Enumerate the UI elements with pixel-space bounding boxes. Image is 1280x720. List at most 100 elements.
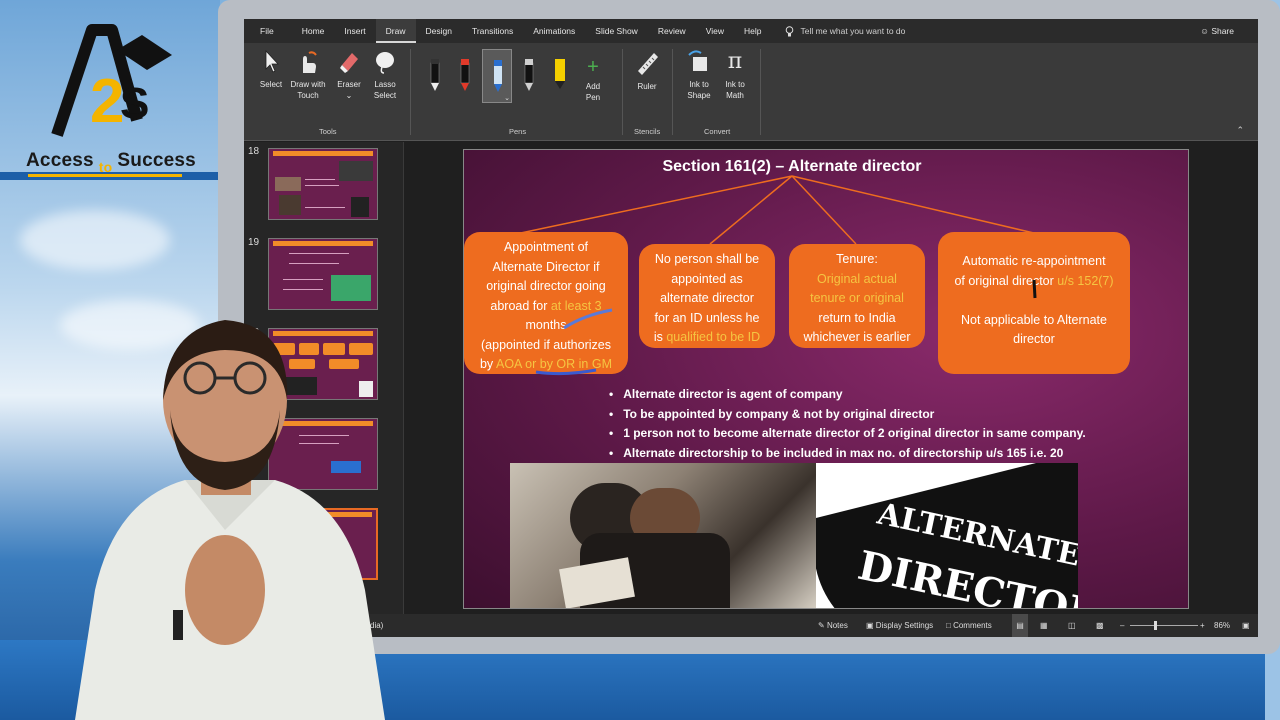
tab-home[interactable]: Home [292,19,335,43]
hug-photo [510,463,816,608]
alternate-director-graphic: ALTERNATE DIRECTOR [816,463,1078,608]
comment-icon: □ [946,621,954,630]
projector-icon: ▩ [1096,621,1104,630]
comments-label: Comments [953,621,992,630]
key-points-list: Alternate director is agent of company T… [609,385,1086,463]
tab-review[interactable]: Review [648,19,696,43]
alternate-director-sign: ALTERNATE DIRECTOR [816,463,1078,608]
ink-to-shape-icon [688,50,707,71]
ribbon-separator [622,49,623,135]
hand-touch-icon [303,51,317,73]
logo-wordmark: Access to Success [26,150,196,175]
stencils-group-label: Stencils [634,127,661,136]
pen-dropdown-icon: ⌄ [504,95,510,102]
select-label: Select [259,80,283,89]
logo-underline [28,174,182,177]
tab-draw[interactable]: Draw [375,19,416,43]
display-settings-label: Display Settings [875,621,934,630]
tab-help[interactable]: Help [734,19,771,43]
tab-file[interactable]: File [250,19,284,43]
pens-group-label: Pens [509,127,527,136]
list-item: 1 person not to become alternate directo… [609,424,1086,444]
fit-to-window-button[interactable]: ▣ [1242,614,1250,637]
logo-word-access: Access [26,150,94,171]
logo-word-success: Success [117,150,196,171]
zoom-out-button[interactable]: – [1120,614,1124,637]
lasso-label-2: Select [373,91,397,100]
thumbnail-number: 19 [248,237,260,248]
tab-design[interactable]: Design [416,19,462,43]
draw-touch-label-1: Draw with [290,80,326,89]
share-button[interactable]: ☺ Share [1200,19,1234,43]
ink-to-math-button[interactable]: π Ink to Math [720,49,750,101]
tab-insert[interactable]: Insert [334,19,375,43]
add-pen-button[interactable]: + Add Pen [578,57,608,103]
selected-pen-frame[interactable]: ⌄ [482,49,512,103]
fit-window-icon: ▣ [1242,621,1250,630]
notes-label: Notes [826,621,848,630]
grid-icon: ▦ [1040,621,1048,630]
ink-shape-label-2: Shape [687,91,711,100]
comments-button[interactable]: □ Comments [946,614,992,637]
lasso-icon [376,52,394,74]
lasso-select-button[interactable]: Lasso Select [368,49,402,101]
gray-pen-icon[interactable] [522,53,536,93]
person-icon: ☺ [1200,26,1212,36]
tools-group-label: Tools [319,127,337,136]
draw-touch-label-2: Touch [297,91,319,100]
black-pen-icon[interactable] [428,53,442,93]
cursor-arrow-icon [265,49,279,73]
list-item: Alternate directorship to be included in… [609,444,1086,464]
ribbon-separator [760,49,761,135]
powerpoint-window: File Home Insert Draw Design Transitions… [244,19,1258,637]
normal-view-icon: ▤ [1016,621,1024,630]
ink-shape-label-1: Ink to [689,80,709,89]
tell-me-label: Tell me what you want to do [800,26,906,36]
zoom-slider[interactable] [1130,625,1198,626]
select-button[interactable]: Select [258,49,284,90]
tab-slide-show[interactable]: Slide Show [585,19,648,43]
eraser-icon [340,53,358,73]
tab-animations[interactable]: Animations [523,19,585,43]
slide-thumbnail-18[interactable] [268,148,378,220]
plus-icon: + [587,56,599,78]
display-settings-button[interactable]: ▣ Display Settings [866,614,933,637]
convert-group-label: Convert [704,127,731,136]
ribbon-separator [672,49,673,135]
eraser-button[interactable]: Eraser ⌄ [334,49,364,101]
logo-word-to: to [98,159,113,175]
red-pen-icon[interactable] [458,53,472,93]
notes-button[interactable]: ✎ Notes [818,614,848,637]
background-cloud [20,210,170,270]
zoom-in-button[interactable]: + [1200,614,1205,637]
zoom-slider-thumb[interactable] [1154,621,1157,630]
draw-with-touch-button[interactable]: Draw with Touch [288,49,328,101]
add-pen-label-1: Add [585,82,601,91]
ruler-button[interactable]: Ruler [634,49,660,92]
normal-view-button[interactable]: ▤ [1012,614,1028,637]
share-label: Share [1211,26,1234,36]
svg-text:S: S [120,79,149,128]
zoom-level[interactable]: 86% [1214,614,1230,637]
list-item: To be appointed by company & not by orig… [609,405,1086,425]
chevron-down-icon: ⌄ [345,91,353,100]
ribbon-separator [410,49,411,135]
list-item: Alternate director is agent of company [609,385,1086,405]
tab-transitions[interactable]: Transitions [462,19,523,43]
display-icon: ▣ [866,621,876,630]
pi-icon: π [727,49,743,74]
ink-annotations [535,279,1037,376]
tab-view[interactable]: View [696,19,734,43]
yellow-highlighter-icon[interactable] [553,53,567,93]
slide-sorter-button[interactable]: ▦ [1040,614,1048,637]
draw-ribbon: Select Draw with Touch Eraser ⌄ Lasso Se… [244,43,1258,141]
lightbulb-icon [786,25,794,36]
add-pen-label-2: Pen [585,93,601,102]
slide-show-button[interactable]: ▩ [1096,614,1104,637]
slide-canvas[interactable]: Section 161(2) – Alternate director Appo… [463,149,1189,609]
tell-me-search[interactable]: Tell me what you want to do [785,25,906,37]
collapse-ribbon-icon[interactable]: ⌃ [1236,125,1244,136]
ink-to-shape-button[interactable]: Ink to Shape [684,49,714,101]
ruler-icon [638,53,658,75]
reading-view-button[interactable]: ◫ [1068,614,1076,637]
